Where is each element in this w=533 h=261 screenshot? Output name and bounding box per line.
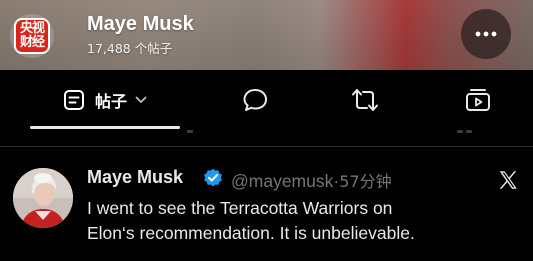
profile-tab-bar: 帖子 — [0, 70, 533, 200]
verified-badge-icon — [204, 168, 222, 187]
header-profile-name: Maye Musk — [87, 13, 194, 35]
tweet-author-name[interactable]: Maye Musk — [87, 167, 183, 188]
logo-line-1: 央视 — [19, 21, 45, 36]
tweet-handle[interactable]: @mayemusk — [231, 171, 333, 191]
tab-replies[interactable] — [220, 70, 290, 130]
tweet-text-line: Elon‘s recommendation. It is unbelievabl… — [87, 223, 415, 243]
chevron-down-icon — [135, 96, 147, 103]
profile-header-banner: 央视 财经 Maye Musk 17,488 个帖子 — [0, 0, 533, 70]
previous-post-action-row — [0, 130, 533, 144]
tweet-timestamp[interactable]: 57分钟 — [339, 172, 391, 191]
tweet-card[interactable]: Maye Musk @mayemusk·57分钟 I went to see t… — [0, 147, 533, 261]
previous-post-action-remnant — [187, 130, 193, 133]
selected-tab-indicator — [30, 126, 180, 129]
reply-bubble-icon — [243, 89, 267, 111]
header-post-count: 17,488 个帖子 — [87, 41, 173, 56]
cctv-finance-logo: 央视 财经 — [14, 18, 50, 54]
repost-icon — [352, 89, 378, 111]
posts-icon — [63, 90, 84, 110]
avatar-portrait — [13, 168, 73, 228]
previous-post-action-remnant — [466, 130, 472, 133]
tab-posts-label: 帖子 — [94, 92, 127, 111]
tweet-meta: @mayemusk·57分钟 — [231, 168, 392, 192]
previous-post-action-remnant — [457, 130, 463, 133]
channel-logo[interactable]: 央视 财经 — [10, 14, 54, 58]
tab-posts[interactable]: 帖子 — [30, 70, 180, 130]
tweet-text: I went to see the Terracotta Warriors on… — [87, 196, 527, 246]
tab-media[interactable] — [443, 70, 513, 130]
more-horizontal-icon — [475, 31, 497, 37]
tweet-text-line: I went to see the Terracotta Warriors on — [87, 198, 393, 218]
logo-line-2: 财经 — [19, 35, 45, 50]
avatar[interactable] — [13, 168, 73, 228]
more-options-button[interactable] — [461, 9, 511, 59]
tab-reposts[interactable] — [330, 70, 400, 130]
media-icon — [466, 89, 490, 111]
x-logo-icon — [499, 171, 517, 189]
